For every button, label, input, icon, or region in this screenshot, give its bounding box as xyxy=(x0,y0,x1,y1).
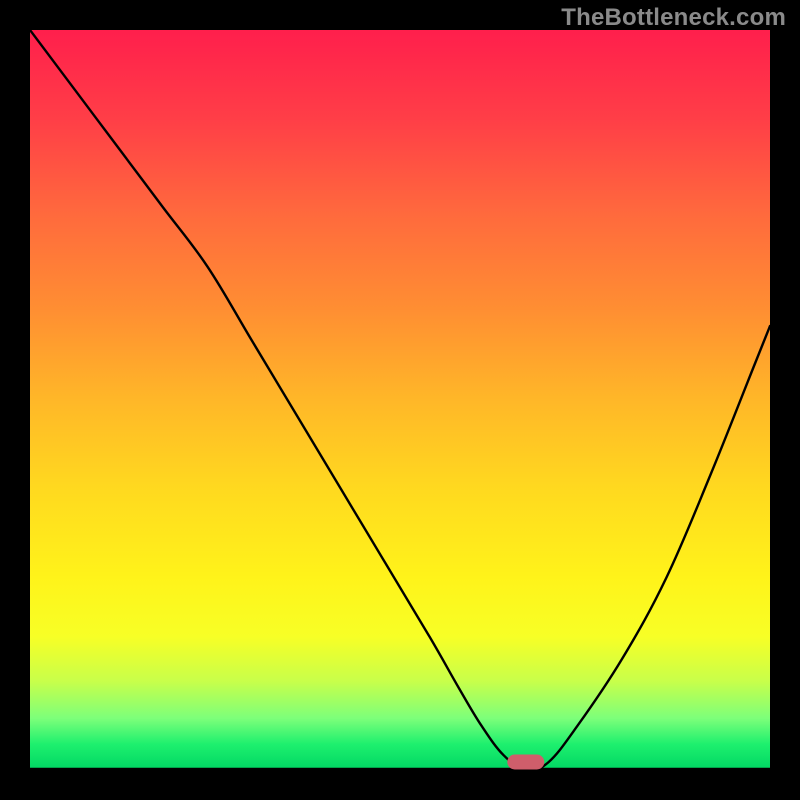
optimum-marker xyxy=(508,755,544,769)
plot-svg xyxy=(30,30,770,770)
watermark-text: TheBottleneck.com xyxy=(561,4,786,32)
plot-area xyxy=(30,30,770,770)
chart-frame: TheBottleneck.com xyxy=(0,0,800,800)
bottleneck-curve xyxy=(30,30,770,770)
